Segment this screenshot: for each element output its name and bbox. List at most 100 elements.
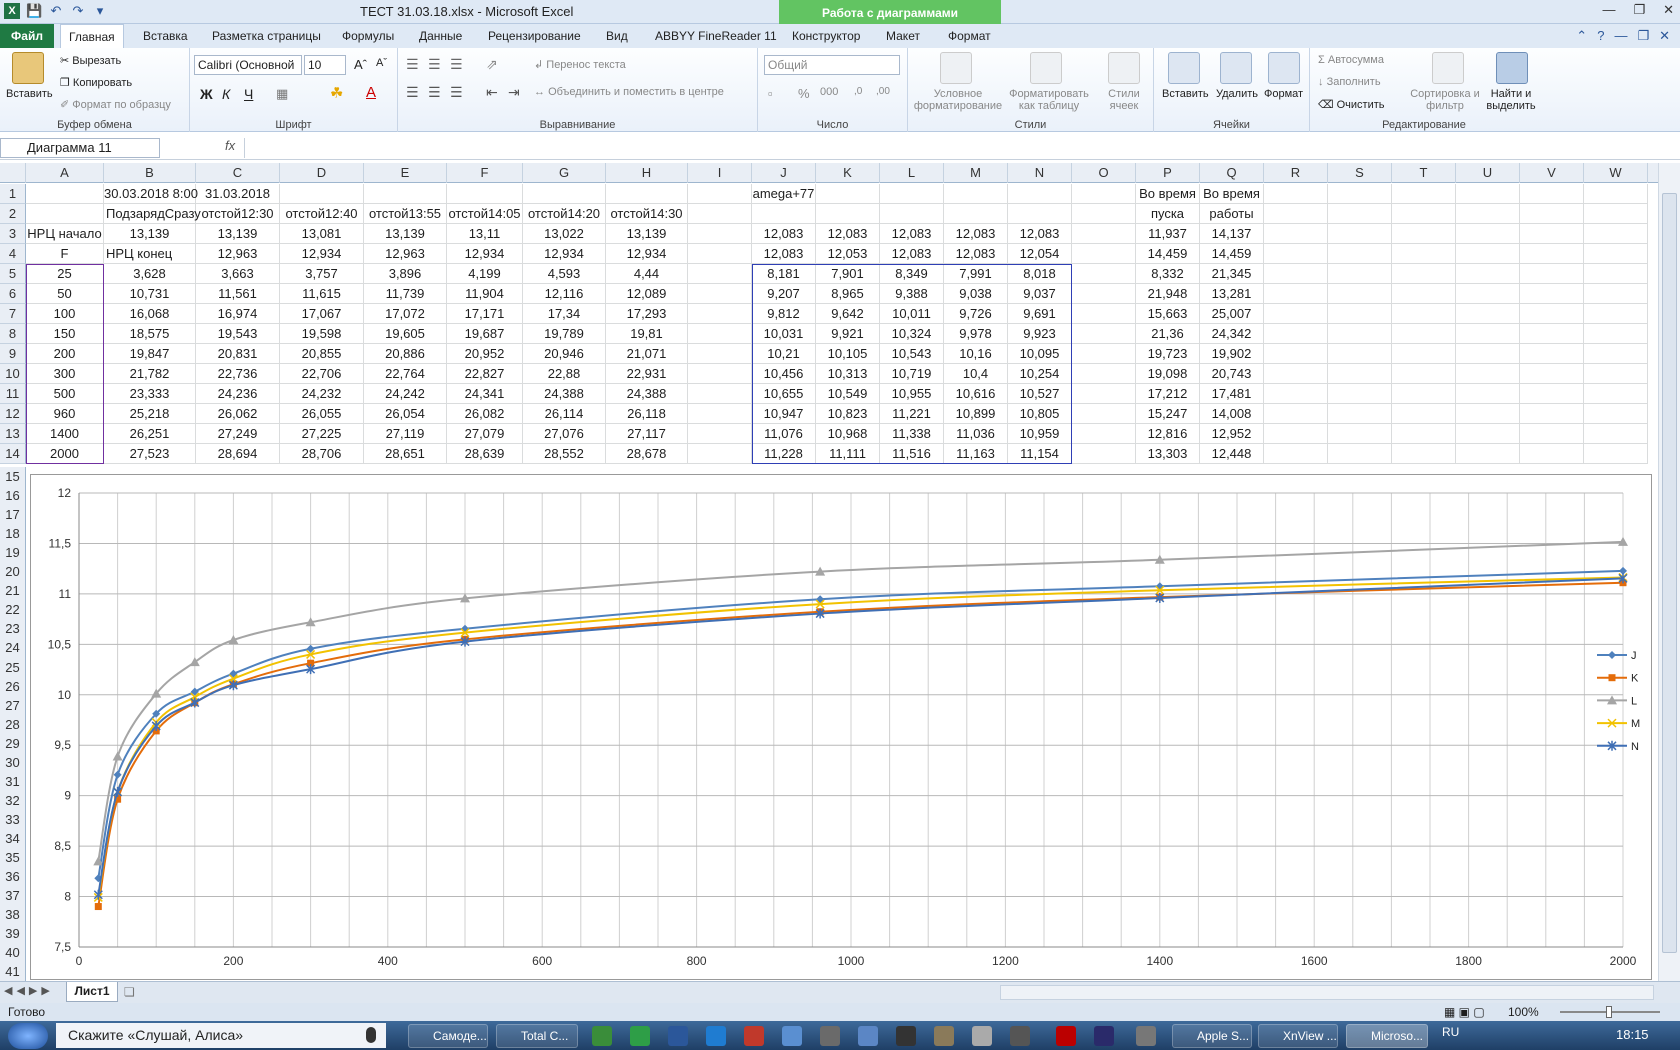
cell-G5[interactable]: 4,593 bbox=[523, 264, 606, 284]
cell-F2[interactable]: отстой14:05 bbox=[447, 204, 523, 224]
cell-S4[interactable] bbox=[1328, 244, 1392, 264]
cell-Q5[interactable]: 21,345 bbox=[1200, 264, 1264, 284]
cell-H6[interactable]: 12,089 bbox=[606, 284, 688, 304]
cell-B14[interactable]: 27,523 bbox=[104, 444, 196, 464]
cell-O10[interactable] bbox=[1072, 364, 1136, 384]
cell-B12[interactable]: 25,218 bbox=[104, 404, 196, 424]
view-normal-icon[interactable]: ▦ ▣ ▢ bbox=[1444, 1003, 1485, 1021]
cell-R3[interactable] bbox=[1264, 224, 1328, 244]
taskbar-item-xnview[interactable]: XnView ... bbox=[1258, 1024, 1338, 1048]
column-header-C[interactable]: C bbox=[196, 163, 280, 183]
column-header-W[interactable]: W bbox=[1584, 163, 1648, 183]
cell-B1[interactable]: 30.03.2018 8:00 bbox=[104, 184, 198, 204]
fx-icon[interactable]: fx bbox=[225, 138, 235, 153]
row-header-29[interactable]: 29 bbox=[0, 733, 26, 754]
insert-sheet-icon[interactable]: ❏ bbox=[124, 985, 135, 999]
cell-M11[interactable]: 10,616 bbox=[944, 384, 1008, 404]
cell-I14[interactable] bbox=[688, 444, 752, 464]
row-header-39[interactable]: 39 bbox=[0, 924, 26, 945]
cell-U10[interactable] bbox=[1456, 364, 1520, 384]
cell-G9[interactable]: 20,946 bbox=[523, 344, 606, 364]
cell-H5[interactable]: 4,44 bbox=[606, 264, 688, 284]
cell-A12[interactable]: 960 bbox=[26, 404, 104, 424]
orientation-icon[interactable]: ⇗ bbox=[486, 56, 498, 73]
column-header-P[interactable]: P bbox=[1136, 163, 1200, 183]
cell-A4[interactable]: F bbox=[26, 244, 104, 264]
cell-T14[interactable] bbox=[1392, 444, 1456, 464]
cell-H13[interactable]: 27,117 bbox=[606, 424, 688, 444]
currency-icon[interactable]: ▫ bbox=[768, 86, 773, 101]
row-header-30[interactable]: 30 bbox=[0, 752, 26, 773]
cell-L3[interactable]: 12,083 bbox=[880, 224, 944, 244]
cell-H8[interactable]: 19,81 bbox=[606, 324, 688, 344]
cell-N9[interactable]: 10,095 bbox=[1008, 344, 1072, 364]
customize-qat-icon[interactable]: ▾ bbox=[92, 3, 108, 19]
cell-P2[interactable]: пуска bbox=[1136, 204, 1200, 224]
cell-S12[interactable] bbox=[1328, 404, 1392, 424]
column-header-I[interactable]: I bbox=[688, 163, 752, 183]
cell-U11[interactable] bbox=[1456, 384, 1520, 404]
cell-V12[interactable] bbox=[1520, 404, 1584, 424]
cell-F12[interactable]: 26,082 bbox=[447, 404, 523, 424]
row-header-22[interactable]: 22 bbox=[0, 600, 26, 621]
cell-V10[interactable] bbox=[1520, 364, 1584, 384]
chart[interactable]: 7,5 8 8,5 9 9,5 10 10,5 11 11,5 12 0 200 400 600 800 10… bbox=[30, 474, 1652, 980]
cell-G11[interactable]: 24,388 bbox=[523, 384, 606, 404]
cell-I7[interactable] bbox=[688, 304, 752, 324]
cell-C8[interactable]: 19,543 bbox=[196, 324, 280, 344]
cell-O9[interactable] bbox=[1072, 344, 1136, 364]
cell-N11[interactable]: 10,527 bbox=[1008, 384, 1072, 404]
row-header-11[interactable]: 11 bbox=[0, 384, 26, 404]
cell-E13[interactable]: 27,119 bbox=[364, 424, 447, 444]
cell-B2[interactable]: ПодзарядСразу bbox=[104, 204, 201, 224]
cell-W6[interactable] bbox=[1584, 284, 1648, 304]
cell-K9[interactable]: 10,105 bbox=[816, 344, 880, 364]
cell-H9[interactable]: 21,071 bbox=[606, 344, 688, 364]
cell-G13[interactable]: 27,076 bbox=[523, 424, 606, 444]
cell-C9[interactable]: 20,831 bbox=[196, 344, 280, 364]
cell-E8[interactable]: 19,605 bbox=[364, 324, 447, 344]
cell-O3[interactable] bbox=[1072, 224, 1136, 244]
cell-A7[interactable]: 100 bbox=[26, 304, 104, 324]
underline-button[interactable]: Ч bbox=[244, 86, 253, 102]
minimize-icon[interactable]: — bbox=[1602, 2, 1615, 18]
cell-V1[interactable] bbox=[1520, 184, 1584, 204]
cell-B4[interactable]: НРЦ конец bbox=[104, 244, 196, 264]
scroll-thumb[interactable] bbox=[1662, 193, 1677, 953]
cell-P12[interactable]: 15,247 bbox=[1136, 404, 1200, 424]
tab-abbyy[interactable]: ABBYY FineReader 11 bbox=[647, 24, 785, 48]
cell-P11[interactable]: 17,212 bbox=[1136, 384, 1200, 404]
cell-Q14[interactable]: 12,448 bbox=[1200, 444, 1264, 464]
sort-filter-button[interactable]: Сортировка и фильтр bbox=[1406, 88, 1484, 112]
fill-color-icon[interactable]: ☘ bbox=[330, 84, 343, 102]
borders-icon[interactable]: ▦ bbox=[276, 86, 288, 102]
cell-T3[interactable] bbox=[1392, 224, 1456, 244]
cell-A2[interactable] bbox=[26, 204, 104, 224]
cell-I4[interactable] bbox=[688, 244, 752, 264]
row-header-17[interactable]: 17 bbox=[0, 505, 26, 526]
cell-R2[interactable] bbox=[1264, 204, 1328, 224]
column-header-J[interactable]: J bbox=[752, 163, 816, 183]
cell-C7[interactable]: 16,974 bbox=[196, 304, 280, 324]
cell-K7[interactable]: 9,642 bbox=[816, 304, 880, 324]
cell-P13[interactable]: 12,816 bbox=[1136, 424, 1200, 444]
start-button[interactable] bbox=[8, 1023, 48, 1049]
cell-N7[interactable]: 9,691 bbox=[1008, 304, 1072, 324]
cell-C1[interactable]: 31.03.2018 bbox=[196, 184, 280, 204]
cut-button[interactable]: ✂ Вырезать bbox=[60, 54, 121, 67]
clock[interactable]: 18:15 bbox=[1616, 1027, 1649, 1042]
row-header-38[interactable]: 38 bbox=[0, 905, 26, 926]
cell-Q3[interactable]: 14,137 bbox=[1200, 224, 1264, 244]
cell-C5[interactable]: 3,663 bbox=[196, 264, 280, 284]
cell-U14[interactable] bbox=[1456, 444, 1520, 464]
cell-V6[interactable] bbox=[1520, 284, 1584, 304]
save-icon[interactable]: 💾 bbox=[26, 3, 42, 19]
cell-A14[interactable]: 2000 bbox=[26, 444, 104, 464]
fill-button[interactable]: ↓ Заполнить bbox=[1318, 76, 1381, 88]
cell-I5[interactable] bbox=[688, 264, 752, 284]
cell-C12[interactable]: 26,062 bbox=[196, 404, 280, 424]
cell-R5[interactable] bbox=[1264, 264, 1328, 284]
tab-design[interactable]: Конструктор bbox=[784, 24, 868, 48]
row-header-35[interactable]: 35 bbox=[0, 848, 26, 869]
cell-S11[interactable] bbox=[1328, 384, 1392, 404]
